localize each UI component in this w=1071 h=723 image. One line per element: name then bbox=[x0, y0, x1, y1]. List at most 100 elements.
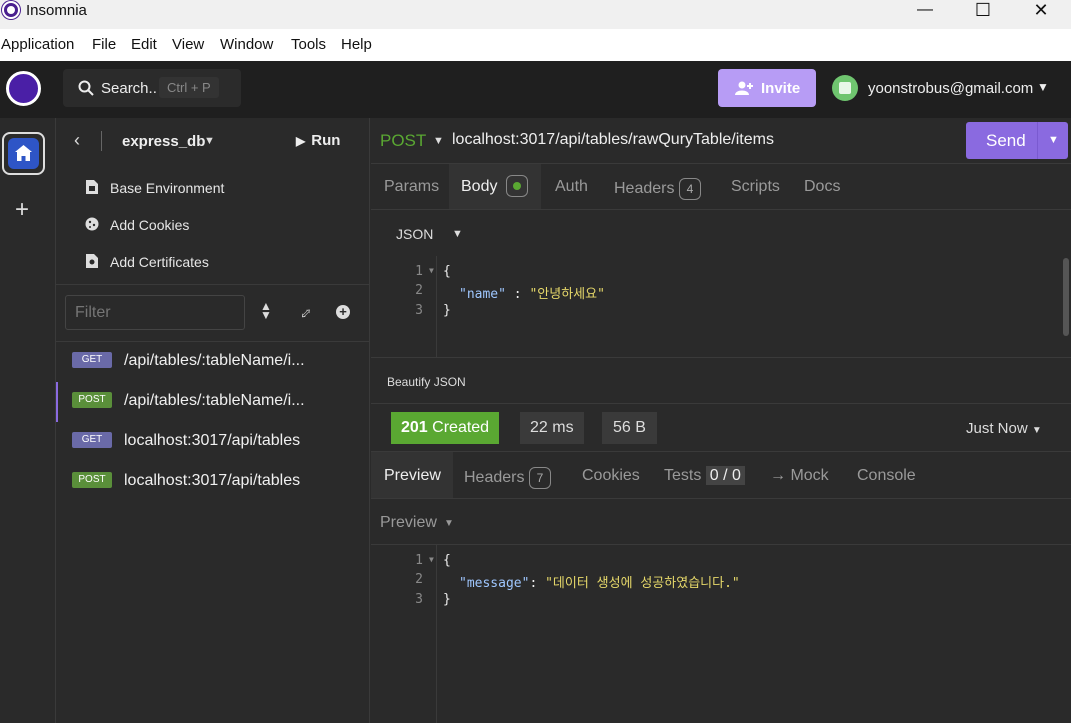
menu-view[interactable]: View bbox=[172, 36, 204, 53]
request-item[interactable]: POST localhost:3017/api/tables bbox=[56, 462, 370, 502]
preview-mode-select[interactable]: Preview bbox=[380, 514, 437, 532]
send-label: Send bbox=[986, 131, 1026, 150]
menu-bar: Application File Edit View Window Tools … bbox=[0, 29, 1071, 61]
avatar[interactable] bbox=[832, 75, 858, 101]
cookie-icon bbox=[85, 217, 99, 231]
tab-auth[interactable]: Auth bbox=[555, 178, 588, 196]
invite-label: Invite bbox=[761, 80, 801, 97]
expand-icon[interactable]: ⇔ bbox=[291, 299, 319, 327]
menu-application[interactable]: Application bbox=[1, 36, 74, 53]
method-chevron-down-icon[interactable]: ▼ bbox=[433, 135, 444, 147]
code-line: } bbox=[443, 303, 451, 318]
account-chevron-down-icon[interactable]: ▼ bbox=[1037, 80, 1049, 94]
tab-scripts[interactable]: Scripts bbox=[731, 178, 780, 196]
tab-preview[interactable]: Preview bbox=[371, 452, 453, 498]
sidebar-item-label: Add Certificates bbox=[110, 254, 209, 270]
json-value: "데이터 생성에 성공하였습니다." bbox=[545, 576, 740, 591]
code-line: "message": "데이터 생성에 성공하였습니다." bbox=[459, 572, 740, 591]
request-item[interactable]: GET /api/tables/:tableName/i... bbox=[56, 342, 370, 382]
project-chevron-down-icon[interactable]: ▼ bbox=[204, 135, 215, 147]
tab-response-headers-label: Headers bbox=[464, 469, 525, 487]
home-icon bbox=[15, 145, 32, 161]
send-button[interactable]: Send ▼ bbox=[966, 122, 1068, 159]
back-chevron-icon[interactable]: ‹ bbox=[74, 130, 80, 151]
status-text: Created bbox=[432, 419, 490, 436]
response-size: 56 B bbox=[602, 412, 657, 444]
menu-window[interactable]: Window bbox=[220, 36, 273, 53]
request-name: /api/tables/:tableName/i... bbox=[124, 352, 305, 369]
editor-footer: Beautify JSON bbox=[371, 357, 1071, 404]
send-options-chevron-down-icon[interactable]: ▼ bbox=[1048, 134, 1059, 146]
preview-mode-chevron-down-icon[interactable]: ▼ bbox=[444, 518, 454, 529]
line-number: 3 bbox=[415, 592, 423, 607]
minimize-button[interactable]: — bbox=[896, 0, 954, 22]
title-bar: Insomnia — ☐ ✕ bbox=[0, 0, 1071, 29]
run-label: Run bbox=[311, 132, 341, 149]
url-input[interactable]: localhost:3017/api/tables/rawQuryTable/i… bbox=[452, 131, 774, 149]
line-number: 1 bbox=[415, 264, 423, 279]
search-button[interactable]: Search.. Ctrl + P bbox=[63, 69, 241, 107]
response-tabs: Preview Headers 7 Cookies Tests 0 / 0 → … bbox=[371, 452, 1071, 499]
tab-response-headers[interactable]: Headers 7 bbox=[464, 467, 551, 489]
method-badge: POST bbox=[72, 472, 112, 488]
method-select[interactable]: POST bbox=[380, 131, 426, 151]
tab-docs[interactable]: Docs bbox=[804, 178, 840, 196]
menu-edit[interactable]: Edit bbox=[131, 36, 157, 53]
tab-console[interactable]: Console bbox=[857, 467, 916, 485]
sidebar-item-add-certificates[interactable]: Add Certificates bbox=[56, 244, 370, 280]
search-icon bbox=[78, 80, 94, 96]
body-type-chevron-down-icon[interactable]: ▼ bbox=[452, 228, 463, 240]
request-item[interactable]: GET localhost:3017/api/tables bbox=[56, 422, 370, 462]
request-item-active[interactable]: POST /api/tables/:tableName/i... bbox=[56, 382, 370, 422]
line-number: 1 bbox=[415, 553, 423, 568]
menu-file[interactable]: File bbox=[92, 36, 116, 53]
home-button[interactable] bbox=[2, 132, 45, 175]
tab-params[interactable]: Params bbox=[384, 178, 439, 196]
filter-input[interactable] bbox=[65, 295, 245, 330]
app-logo-icon[interactable] bbox=[6, 71, 41, 106]
request-name: localhost:3017/api/tables bbox=[124, 432, 301, 449]
add-user-icon bbox=[735, 81, 753, 95]
sidebar: ‹ express_db ▼ ▶ Run Base Environment Add… bbox=[56, 118, 370, 723]
invite-button[interactable]: Invite bbox=[718, 69, 816, 107]
menu-tools[interactable]: Tools bbox=[291, 36, 326, 53]
tab-headers[interactable]: Headers 4 bbox=[614, 178, 701, 200]
json-value: "안녕하세요" bbox=[529, 287, 605, 302]
tab-mock[interactable]: → Mock bbox=[770, 467, 829, 485]
code-line: "name" : "안녕하세요" bbox=[459, 283, 605, 302]
tab-cookies[interactable]: Cookies bbox=[582, 467, 640, 485]
sort-icon[interactable]: ▲ ▼ bbox=[260, 300, 272, 321]
sidebar-item-add-cookies[interactable]: Add Cookies bbox=[56, 207, 370, 243]
fold-chevron-down-icon[interactable]: ▼ bbox=[429, 266, 434, 275]
certificate-icon bbox=[86, 254, 98, 268]
response-body-viewer[interactable]: 1 ▼ { 2 "message": "데이터 생성에 성공하였습니다." 3 … bbox=[371, 545, 1071, 723]
status-code: 201 bbox=[401, 419, 428, 436]
preview-mode-bar: Preview ▼ bbox=[371, 499, 1071, 545]
tab-preview-label: Preview bbox=[384, 467, 441, 484]
request-body-editor[interactable]: 1 ▼ { 2 "name" : "안녕하세요" 3 } bbox=[371, 256, 1071, 357]
run-button[interactable]: ▶ Run bbox=[296, 132, 340, 149]
menu-help[interactable]: Help bbox=[341, 36, 372, 53]
fold-chevron-down-icon[interactable]: ▼ bbox=[429, 555, 434, 564]
method-badge: GET bbox=[72, 352, 112, 368]
divider bbox=[56, 284, 370, 285]
add-icon[interactable]: + bbox=[15, 196, 29, 224]
beautify-json-button[interactable]: Beautify JSON bbox=[387, 375, 466, 389]
add-request-icon[interactable]: + bbox=[336, 305, 350, 319]
tab-tests[interactable]: Tests 0 / 0 bbox=[664, 466, 745, 485]
editor-scrollbar[interactable] bbox=[1063, 258, 1069, 336]
sidebar-item-base-environment[interactable]: Base Environment bbox=[56, 170, 370, 206]
maximize-button[interactable]: ☐ bbox=[954, 0, 1012, 22]
user-email[interactable]: yoonstrobus@gmail.com bbox=[868, 80, 1033, 97]
tab-body[interactable]: Body bbox=[449, 164, 541, 209]
close-button[interactable]: ✕ bbox=[1012, 0, 1070, 22]
response-history-dropdown[interactable]: Just Now ▼ bbox=[966, 420, 1042, 437]
window-title: Insomnia bbox=[26, 2, 87, 19]
project-name[interactable]: express_db bbox=[122, 133, 205, 150]
tab-tests-label: Tests bbox=[664, 467, 702, 484]
tests-count-badge: 0 / 0 bbox=[705, 466, 745, 485]
body-type-bar: JSON ▼ bbox=[371, 210, 1071, 256]
code-line: { bbox=[443, 264, 451, 279]
json-separator: : bbox=[529, 576, 546, 591]
body-type-select[interactable]: JSON bbox=[396, 226, 433, 242]
